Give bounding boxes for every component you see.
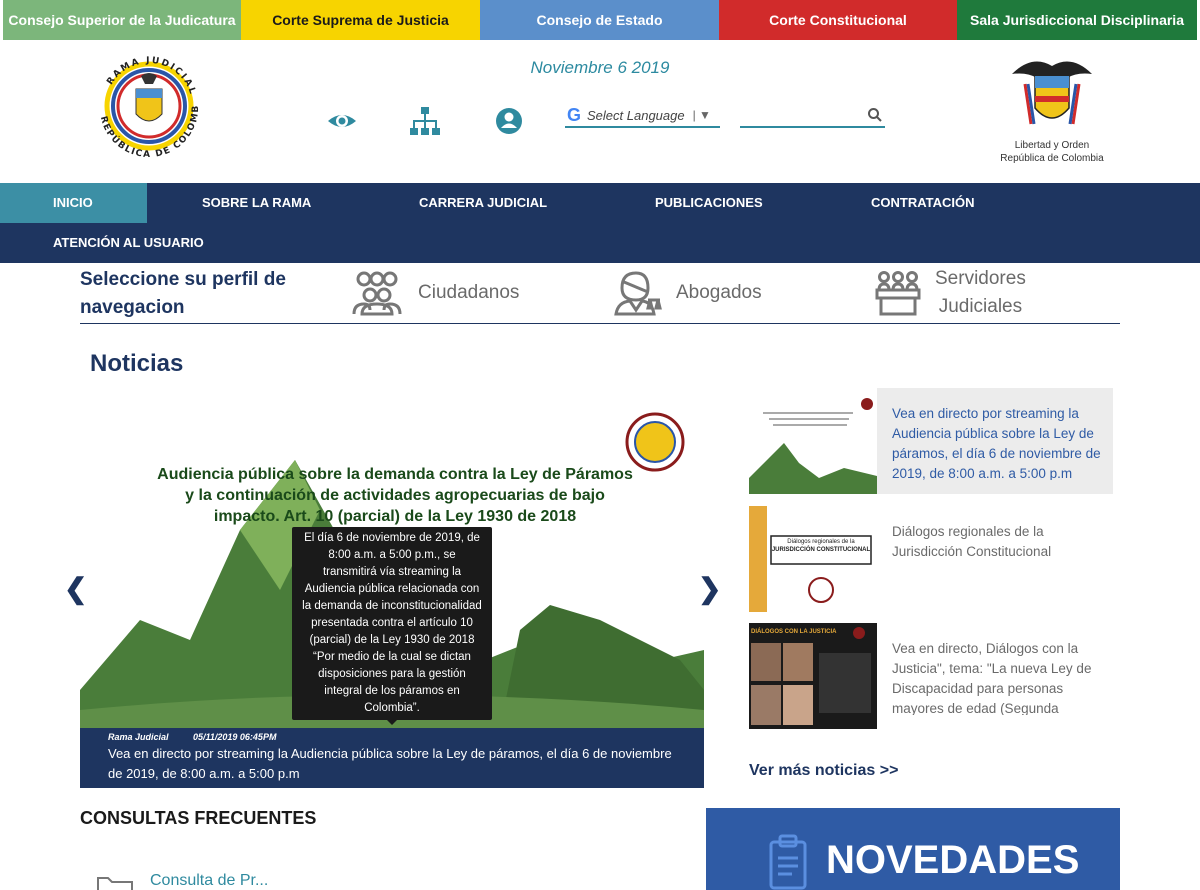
news-item-text[interactable]: Vea en directo por streaming la Audienci… <box>892 404 1107 480</box>
lawyer-icon <box>614 271 662 316</box>
thumbnail-caption: Diálogos regionales de la JURISDICCIÓN C… <box>771 539 871 553</box>
language-selector[interactable]: G Select Language | ▼ <box>565 104 720 128</box>
user-icon[interactable] <box>493 105 525 137</box>
news-thumbnail[interactable]: DIÁLOGOS CON LA JUSTICIA <box>749 623 877 729</box>
current-date: Noviembre 6 2019 <box>530 58 670 77</box>
chevron-down-icon: | ▼ <box>692 108 711 122</box>
slide-meta: Rama Judicial 05/11/2019 06:45PM <box>108 732 676 742</box>
nav-sobre-la-rama[interactable]: SOBRE LA RAMA <box>202 183 311 223</box>
logo-country: República de Colombia <box>1000 153 1104 164</box>
slider-next-arrow-icon[interactable]: ❯ <box>698 572 721 605</box>
nav-carrera-judicial[interactable]: CARRERA JUDICIAL <box>419 183 547 223</box>
profile-servidores-judiciales[interactable]: Servidores Judiciales <box>875 263 1026 323</box>
main-navigation: INICIO SOBRE LA RAMA CARRERA JUDICIAL PU… <box>0 183 1200 263</box>
sitemap-icon[interactable] <box>409 105 441 137</box>
link-corte-constitucional[interactable]: Corte Constitucional <box>719 0 957 40</box>
more-news-link[interactable]: Ver más noticias >> <box>749 762 898 780</box>
slide-source: Rama Judicial <box>108 732 169 742</box>
slider-prev-arrow-icon[interactable]: ❮ <box>64 572 87 605</box>
slide-caption[interactable]: Rama Judicial 05/11/2019 06:45PM Vea en … <box>80 728 704 788</box>
faq-item-label[interactable]: Consulta de Pr... <box>150 872 268 890</box>
profile-ciudadanos[interactable]: Ciudadanos <box>350 263 519 323</box>
language-label: Select Language <box>587 107 685 123</box>
group-people-icon <box>352 271 402 316</box>
top-institutions-bar: Consejo Superior de la Judicatura Corte … <box>3 0 1197 40</box>
novedades-label[interactable]: NOVEDADES <box>826 838 1079 883</box>
thumbnail-caption: DIÁLOGOS CON LA JUSTICIA <box>751 629 837 635</box>
slide-timestamp: 05/11/2019 06:45PM <box>193 732 277 742</box>
google-icon: G <box>567 104 582 125</box>
nav-contratacion[interactable]: CONTRATACIÓN <box>871 183 975 223</box>
profile-servidores-label: Servidores <box>935 268 1026 289</box>
profile-judiciales-label: Judiciales <box>938 296 1023 317</box>
news-item[interactable]: DIÁLOGOS CON LA JUSTICIA Vea en directo,… <box>749 623 1113 729</box>
eye-icon[interactable] <box>326 105 358 137</box>
link-sala-disciplinaria[interactable]: Sala Jurisdiccional Disciplinaria <box>957 0 1197 40</box>
faq-heading: CONSULTAS FRECUENTES <box>80 808 317 828</box>
clipboard-icon <box>769 834 807 890</box>
profile-abogados-label: Abogados <box>676 282 762 303</box>
folder-icon <box>97 877 133 890</box>
news-item-text[interactable]: Diálogos regionales de la Jurisdicción C… <box>892 522 1107 598</box>
profile-abogados[interactable]: Abogados <box>612 263 762 323</box>
news-slider[interactable]: Audiencia pública sobre la demanda contr… <box>80 390 704 788</box>
search-icon[interactable] <box>867 107 883 123</box>
nav-inicio[interactable]: INICIO <box>0 183 147 223</box>
rama-judicial-logo[interactable]: RAMA JUDICIAL REPÚBLICA DE COLOMBIA <box>82 37 212 168</box>
news-thumbnail[interactable] <box>749 388 877 494</box>
nav-atencion-al-usuario[interactable]: ATENCIÓN AL USUARIO <box>53 223 204 263</box>
novedades-banner[interactable]: NOVEDADES <box>706 808 1120 890</box>
news-item-text[interactable]: Vea en directo, Diálogos con la Justicia… <box>892 639 1107 715</box>
slide-image[interactable]: Audiencia pública sobre la demanda contr… <box>80 390 704 728</box>
profile-ciudadanos-label: Ciudadanos <box>418 282 520 303</box>
profile-selector: Seleccione su perfil de navegacion Ciuda… <box>80 263 1120 324</box>
slide-caption-text[interactable]: Vea en directo por streaming la Audienci… <box>108 744 676 784</box>
search-input[interactable] <box>740 104 885 128</box>
link-corte-suprema[interactable]: Corte Suprema de Justicia <box>241 0 480 40</box>
news-item[interactable]: Vea en directo por streaming la Audienci… <box>749 388 1113 494</box>
logo-motto: Libertad y Orden <box>1014 140 1090 151</box>
slide-tooltip: El día 6 de noviembre de 2019, de 8:00 a… <box>292 527 492 725</box>
faq-item[interactable]: Consulta de Pr... <box>96 872 268 890</box>
nav-publicaciones[interactable]: PUBLICACIONES <box>655 183 763 223</box>
link-consejo-superior[interactable]: Consejo Superior de la Judicatura <box>3 0 241 40</box>
slide-headline: Audiencia pública sobre la demanda contr… <box>157 466 633 525</box>
link-consejo-estado[interactable]: Consejo de Estado <box>480 0 719 40</box>
news-item[interactable]: Diálogos regionales de la JURISDICCIÓN C… <box>749 506 1113 612</box>
news-thumbnail[interactable]: Diálogos regionales de la JURISDICCIÓN C… <box>749 506 877 612</box>
judges-bench-icon <box>875 271 921 316</box>
colombia-coat-of-arms-logo: Libertad y Orden República de Colombia <box>996 44 1108 164</box>
news-heading: Noticias <box>90 350 184 377</box>
profile-title: Seleccione su perfil de navegacion <box>80 269 286 318</box>
